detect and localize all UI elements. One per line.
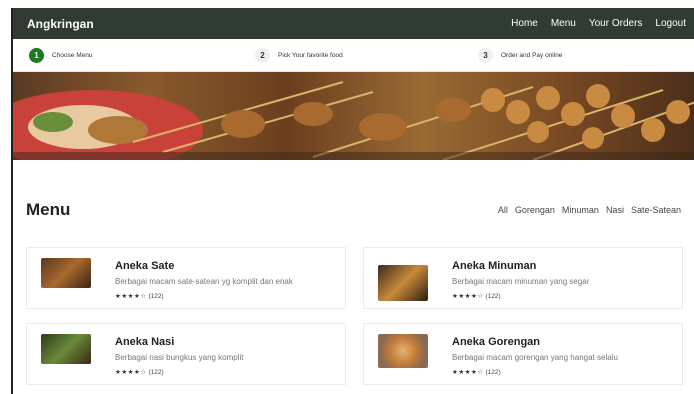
step-choose-menu: 1 Choose Menu [29, 48, 92, 63]
step-number: 2 [255, 48, 270, 63]
brand-logo[interactable]: Angkringan [27, 17, 94, 31]
menu-card-aneka-sate[interactable]: Aneka Sate Berbagai macam sate-satean yg… [26, 247, 346, 309]
menu-card-aneka-minuman[interactable]: Aneka Minuman Berbagai macam minuman yan… [363, 247, 683, 309]
sate-image [41, 258, 91, 288]
step-label: Pick Your favorite food [278, 52, 343, 59]
nav-menu: Home Menu Your Orders Logout [511, 18, 686, 29]
nav-logout[interactable]: Logout [655, 18, 686, 29]
hero-banner-image [13, 72, 694, 160]
nav-your-orders[interactable]: Your Orders [589, 18, 643, 29]
step-pick-food: 2 Pick Your favorite food [255, 48, 343, 63]
card-rating: ★★★★☆ (122) [115, 368, 164, 376]
menu-header: Menu All Gorengan Minuman Nasi Sate-Sate… [26, 200, 681, 220]
menu-title: Menu [26, 200, 71, 219]
filter-minuman[interactable]: Minuman [562, 205, 599, 215]
filter-nasi[interactable]: Nasi [606, 205, 624, 215]
step-number: 1 [29, 48, 44, 63]
rice-image [41, 334, 91, 364]
filter-all[interactable]: All [498, 205, 508, 215]
card-description: Berbagai macam gorengan yang hangat sela… [452, 353, 618, 362]
rating-count: (122) [485, 369, 501, 376]
rating-count: (122) [148, 369, 164, 376]
drinks-image [378, 265, 428, 301]
menu-filters: All Gorengan Minuman Nasi Sate-Satean [498, 205, 681, 215]
card-rating: ★★★★☆ (122) [452, 368, 501, 376]
nav-home[interactable]: Home [511, 18, 538, 29]
card-title: Aneka Gorengan [452, 336, 541, 348]
nav-menu-link[interactable]: Menu [551, 18, 576, 29]
rating-stars: ★★★★☆ [115, 293, 147, 300]
rating-count: (122) [485, 293, 501, 300]
card-rating: ★★★★☆ (122) [115, 292, 164, 300]
step-order-pay: 3 Order and Pay online [478, 48, 562, 63]
card-title: Aneka Nasi [115, 336, 175, 348]
card-title: Aneka Sate [115, 260, 175, 272]
menu-card-aneka-gorengan[interactable]: Aneka Gorengan Berbagai macam gorengan y… [363, 323, 683, 385]
order-steps: 1 Choose Menu 2 Pick Your favorite food … [13, 39, 694, 72]
navbar: Angkringan Home Menu Your Orders Logout [13, 8, 694, 39]
card-description: Berbagai macam minuman yang segar [452, 277, 590, 286]
step-number: 3 [478, 48, 493, 63]
menu-card-aneka-nasi[interactable]: Aneka Nasi Berbagai nasi bungkus yang ko… [26, 323, 346, 385]
card-description: Berbagai nasi bungkus yang komplit [115, 353, 244, 362]
fried-food-image [378, 334, 428, 368]
rating-stars: ★★★★☆ [115, 369, 147, 376]
card-title: Aneka Minuman [452, 260, 537, 272]
rating-stars: ★★★★☆ [452, 293, 484, 300]
filter-sate-satean[interactable]: Sate-Satean [631, 205, 681, 215]
step-label: Order and Pay online [501, 52, 563, 59]
rating-count: (122) [148, 293, 164, 300]
step-label: Choose Menu [52, 52, 93, 59]
card-rating: ★★★★☆ (122) [452, 292, 501, 300]
filter-gorengan[interactable]: Gorengan [515, 205, 555, 215]
rating-stars: ★★★★☆ [452, 369, 484, 376]
card-description: Berbagai macam sate-satean yg komplit da… [115, 277, 293, 286]
